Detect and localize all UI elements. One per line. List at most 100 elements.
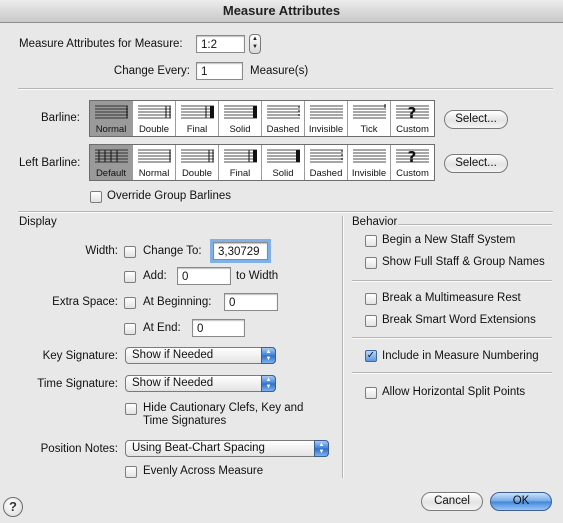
barline-option-label: Normal	[95, 124, 127, 135]
override-group-barlines-checkbox[interactable]	[90, 191, 102, 203]
left-barline-option-label: Custom	[396, 168, 429, 179]
override-group-barlines-label: Override Group Barlines	[107, 190, 231, 202]
allow-horizontal-split-points-label: Allow Horizontal Split Points	[382, 386, 526, 398]
barline-option-label: Tick	[360, 124, 378, 135]
show-full-staff-names-checkbox[interactable]	[365, 257, 377, 269]
add-checkbox[interactable]	[124, 271, 136, 283]
barline-selector[interactable]: Normal Double Final Solid Dashed Invisible Tic…	[89, 100, 435, 137]
barline-option-tick[interactable]: Tick	[348, 101, 391, 136]
add-field[interactable]: 0	[177, 267, 231, 285]
position-notes-popup[interactable]: Using Beat-Chart Spacing ▲ ▼	[125, 440, 329, 457]
barline-option-solid[interactable]: Solid	[219, 101, 262, 136]
begin-new-staff-system-checkbox[interactable]	[365, 235, 377, 247]
left-barline-option-default[interactable]: Default	[90, 145, 133, 180]
include-in-measure-numbering-label: Include in Measure Numbering	[382, 350, 539, 362]
at-beginning-label: At Beginning:	[143, 296, 212, 308]
extra-space-label: Extra Space:	[52, 296, 118, 308]
left-barline-option-label: Dashed	[309, 168, 343, 179]
change-to-field[interactable]: 3,30729	[210, 239, 271, 263]
barline-option-invisible[interactable]: Invisible	[305, 101, 348, 136]
at-beginning-checkbox[interactable]	[124, 297, 136, 309]
ok-button[interactable]: OK	[490, 492, 552, 511]
left-barline-option-final[interactable]: Final	[219, 145, 262, 180]
behavior-separator-3	[352, 372, 552, 374]
break-smart-word-extensions-checkbox[interactable]	[365, 315, 377, 327]
include-in-measure-numbering-checkbox[interactable]: ✓	[365, 350, 377, 362]
top-separator	[18, 88, 553, 90]
barline-label: Barline:	[41, 112, 80, 124]
barline-option-label: Invisible	[308, 124, 344, 135]
time-signature-popup[interactable]: Show if Needed ▲ ▼	[125, 375, 276, 392]
at-end-field[interactable]: 0	[192, 319, 245, 337]
cancel-button[interactable]: Cancel	[421, 492, 483, 511]
begin-new-staff-system-label: Begin a New Staff System	[382, 234, 516, 246]
barline-option-label: Final	[186, 124, 208, 135]
change-every-suffix: Measure(s)	[250, 65, 309, 77]
measure-for-label: Measure Attributes for Measure:	[19, 38, 183, 50]
left-barline-selector[interactable]: Default Normal Double Final Solid Dashed Invis…	[89, 144, 435, 181]
behavior-header-rule	[398, 224, 552, 226]
hide-cautionary-label-2: Time Signatures	[143, 415, 227, 427]
hide-cautionary-checkbox[interactable]	[125, 403, 137, 415]
popup-arrows-icon: ▲ ▼	[314, 440, 329, 457]
key-signature-popup[interactable]: Show if Needed ▲ ▼	[125, 347, 276, 364]
barline-option-label: Custom	[396, 124, 429, 135]
left-barline-option-normal[interactable]: Normal	[133, 145, 176, 180]
left-barline-option-label: Double	[181, 168, 213, 179]
break-multimeasure-rest-label: Break a Multimeasure Rest	[382, 292, 521, 304]
at-end-checkbox[interactable]	[124, 323, 136, 335]
window-title: Measure Attributes	[0, 0, 563, 23]
key-signature-label: Key Signature:	[42, 350, 118, 362]
svg-text:?: ?	[408, 148, 417, 166]
left-barline-select-button[interactable]: Select...	[444, 154, 508, 173]
change-every-label: Change Every:	[113, 65, 190, 77]
popup-arrows-icon: ▲ ▼	[261, 375, 276, 392]
barline-option-final[interactable]: Final	[176, 101, 219, 136]
left-barline-option-label: Normal	[138, 168, 170, 179]
change-to-label: Change To:	[143, 245, 202, 257]
change-to-checkbox[interactable]	[124, 246, 136, 258]
barline-option-label: Solid	[229, 124, 251, 135]
behavior-header: Behavior	[352, 216, 398, 228]
left-barline-option-label: Final	[229, 168, 251, 179]
svg-text:?: ?	[408, 104, 417, 122]
barline-select-button[interactable]: Select...	[444, 110, 508, 129]
add-label: Add:	[143, 270, 167, 282]
mid-separator	[18, 211, 553, 213]
at-end-label: At End:	[143, 322, 181, 334]
barline-option-double[interactable]: Double	[133, 101, 176, 136]
left-barline-option-custom[interactable]: ? Custom	[391, 145, 434, 180]
position-notes-value: Using Beat-Chart Spacing	[132, 442, 265, 454]
evenly-checkbox[interactable]	[125, 466, 137, 478]
break-smart-word-extensions-label: Break Smart Word Extensions	[382, 314, 536, 326]
left-barline-option-label: Default	[95, 168, 127, 179]
break-multimeasure-rest-checkbox[interactable]	[365, 293, 377, 305]
barline-option-dashed[interactable]: Dashed	[262, 101, 305, 136]
left-barline-option-solid[interactable]: Solid	[262, 145, 305, 180]
add-suffix: to Width	[236, 270, 279, 282]
width-label: Width:	[85, 245, 118, 257]
allow-horizontal-split-points-checkbox[interactable]	[365, 387, 377, 399]
behavior-separator-1	[352, 280, 552, 282]
evenly-label: Evenly Across Measure	[143, 465, 264, 477]
change-every-field[interactable]: 1	[196, 62, 243, 80]
measure-stepper[interactable]: ▲ ▼	[249, 34, 261, 54]
at-beginning-field[interactable]: 0	[224, 293, 278, 311]
barline-option-custom[interactable]: ? Custom	[391, 101, 434, 136]
barline-option-label: Dashed	[266, 124, 300, 135]
time-signature-label: Time Signature:	[37, 378, 118, 390]
help-button[interactable]: ?	[3, 497, 23, 517]
vertical-separator	[342, 216, 344, 478]
left-barline-label: Left Barline:	[19, 157, 81, 169]
key-signature-value: Show if Needed	[132, 349, 214, 361]
position-notes-label: Position Notes:	[40, 443, 118, 455]
show-full-staff-names-label: Show Full Staff & Group Names	[382, 256, 545, 268]
measure-for-field[interactable]: 1:2	[196, 35, 245, 53]
display-header: Display	[19, 216, 57, 228]
left-barline-option-label: Invisible	[351, 168, 387, 179]
left-barline-option-double[interactable]: Double	[176, 145, 219, 180]
left-barline-option-dashed[interactable]: Dashed	[305, 145, 348, 180]
popup-arrows-icon: ▲ ▼	[261, 347, 276, 364]
left-barline-option-invisible[interactable]: Invisible	[348, 145, 391, 180]
barline-option-normal[interactable]: Normal	[90, 101, 133, 136]
